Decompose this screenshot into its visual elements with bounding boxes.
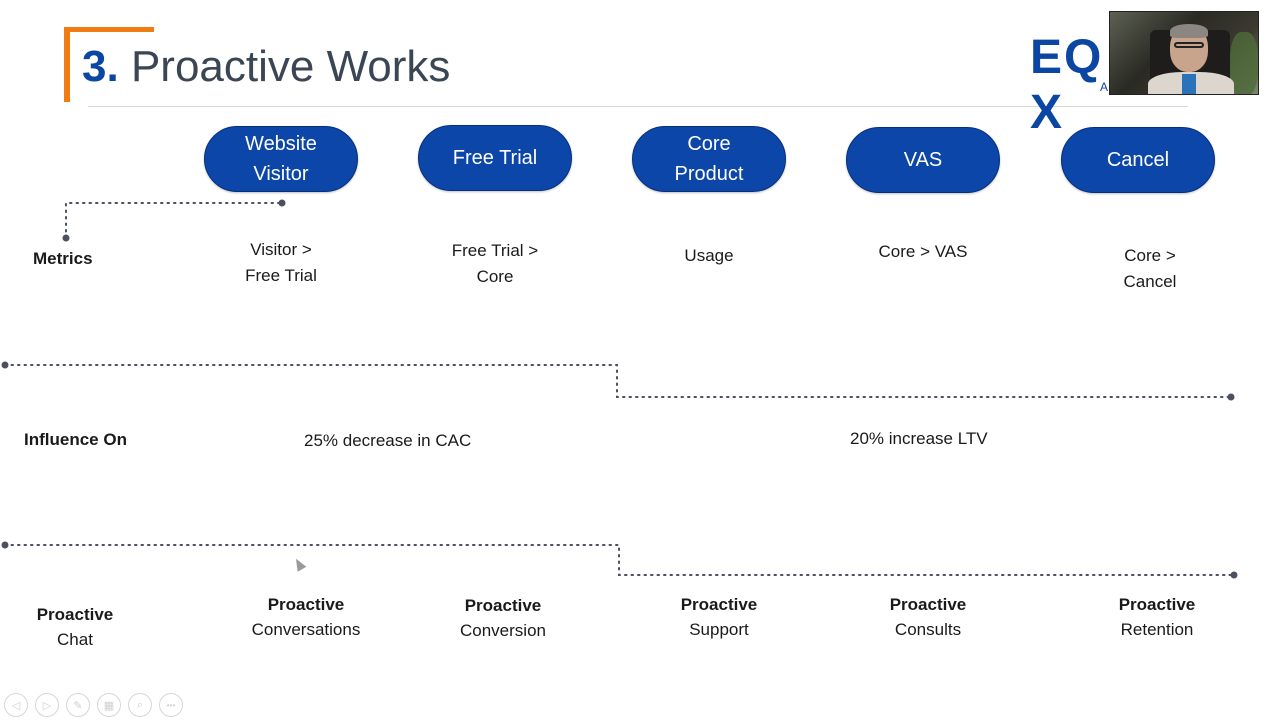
connector-dot: [62, 234, 70, 242]
pen-icon[interactable]: ✎: [66, 693, 90, 717]
previous-slide-icon[interactable]: ◁: [4, 693, 28, 717]
influence-cac: 25% decrease in CAC: [304, 431, 472, 450]
title-accent-bracket-vertical: [64, 27, 70, 102]
proactive-retention: Proactive Retention: [1118, 595, 1196, 639]
proactive-conversations: Proactive Conversations: [251, 595, 361, 639]
webcam-presenter-glasses: [1174, 42, 1204, 48]
stage-pill-cancel: Cancel: [1061, 127, 1215, 193]
connector-dot: [1, 541, 9, 549]
connector-dot: [1227, 393, 1235, 401]
connector-dot: [278, 199, 286, 207]
webcam-background-plant: [1230, 32, 1258, 94]
next-slide-icon[interactable]: ▷: [35, 693, 59, 717]
webcam-video-overlay[interactable]: [1109, 11, 1259, 95]
connector-dot: [1230, 571, 1238, 579]
influence-ltv: 20% increase LTV: [850, 429, 988, 448]
webcam-presenter-shirt: [1182, 74, 1196, 94]
title-accent-bracket-horizontal: [64, 27, 154, 32]
presenter-toolbar: ◁ ▷ ✎ ▦ ⌕ •••: [4, 693, 183, 717]
proactive-support: Proactive Support: [680, 595, 758, 639]
proactive-conversion: Proactive Conversion: [460, 596, 546, 640]
title-divider: [88, 106, 1188, 107]
proactive-connector: [4, 544, 1235, 576]
metric-visitor-to-free-trial: Visitor > Free Trial: [245, 240, 317, 285]
zoom-icon[interactable]: ⌕: [128, 693, 152, 717]
metric-free-trial-to-core: Free Trial > Core: [451, 241, 539, 286]
influence-row-label: Influence On: [24, 430, 127, 449]
stage-pill-vas: VAS: [846, 127, 1000, 193]
slide-title-number: 3.: [82, 42, 119, 91]
metric-usage: Usage: [684, 246, 734, 265]
stage-pill-website-visitor: Website Visitor: [204, 126, 358, 192]
metric-core-to-cancel: Core > Cancel: [1123, 246, 1177, 291]
connector-dot: [1, 361, 9, 369]
slide-title-text: Proactive Works: [130, 42, 451, 91]
influence-top-connector: [4, 364, 1232, 398]
see-all-slides-icon[interactable]: ▦: [97, 693, 121, 717]
webcam-presenter-hair: [1170, 24, 1208, 38]
company-logo-subtext: A: [1100, 80, 1109, 94]
proactive-consults: Proactive Consults: [889, 595, 967, 639]
more-options-icon[interactable]: •••: [159, 693, 183, 717]
slide-title: 3. Proactive Works: [82, 42, 450, 92]
metrics-row-label: Metrics: [33, 249, 93, 268]
stage-pill-free-trial: Free Trial: [418, 125, 572, 191]
stage-pill-core-product: Core Product: [632, 126, 786, 192]
metric-core-to-vas: Core > VAS: [878, 242, 968, 261]
proactive-chat: Proactive Chat: [36, 605, 114, 649]
metrics-connector: [65, 202, 283, 239]
mouse-cursor-icon: [291, 556, 307, 572]
